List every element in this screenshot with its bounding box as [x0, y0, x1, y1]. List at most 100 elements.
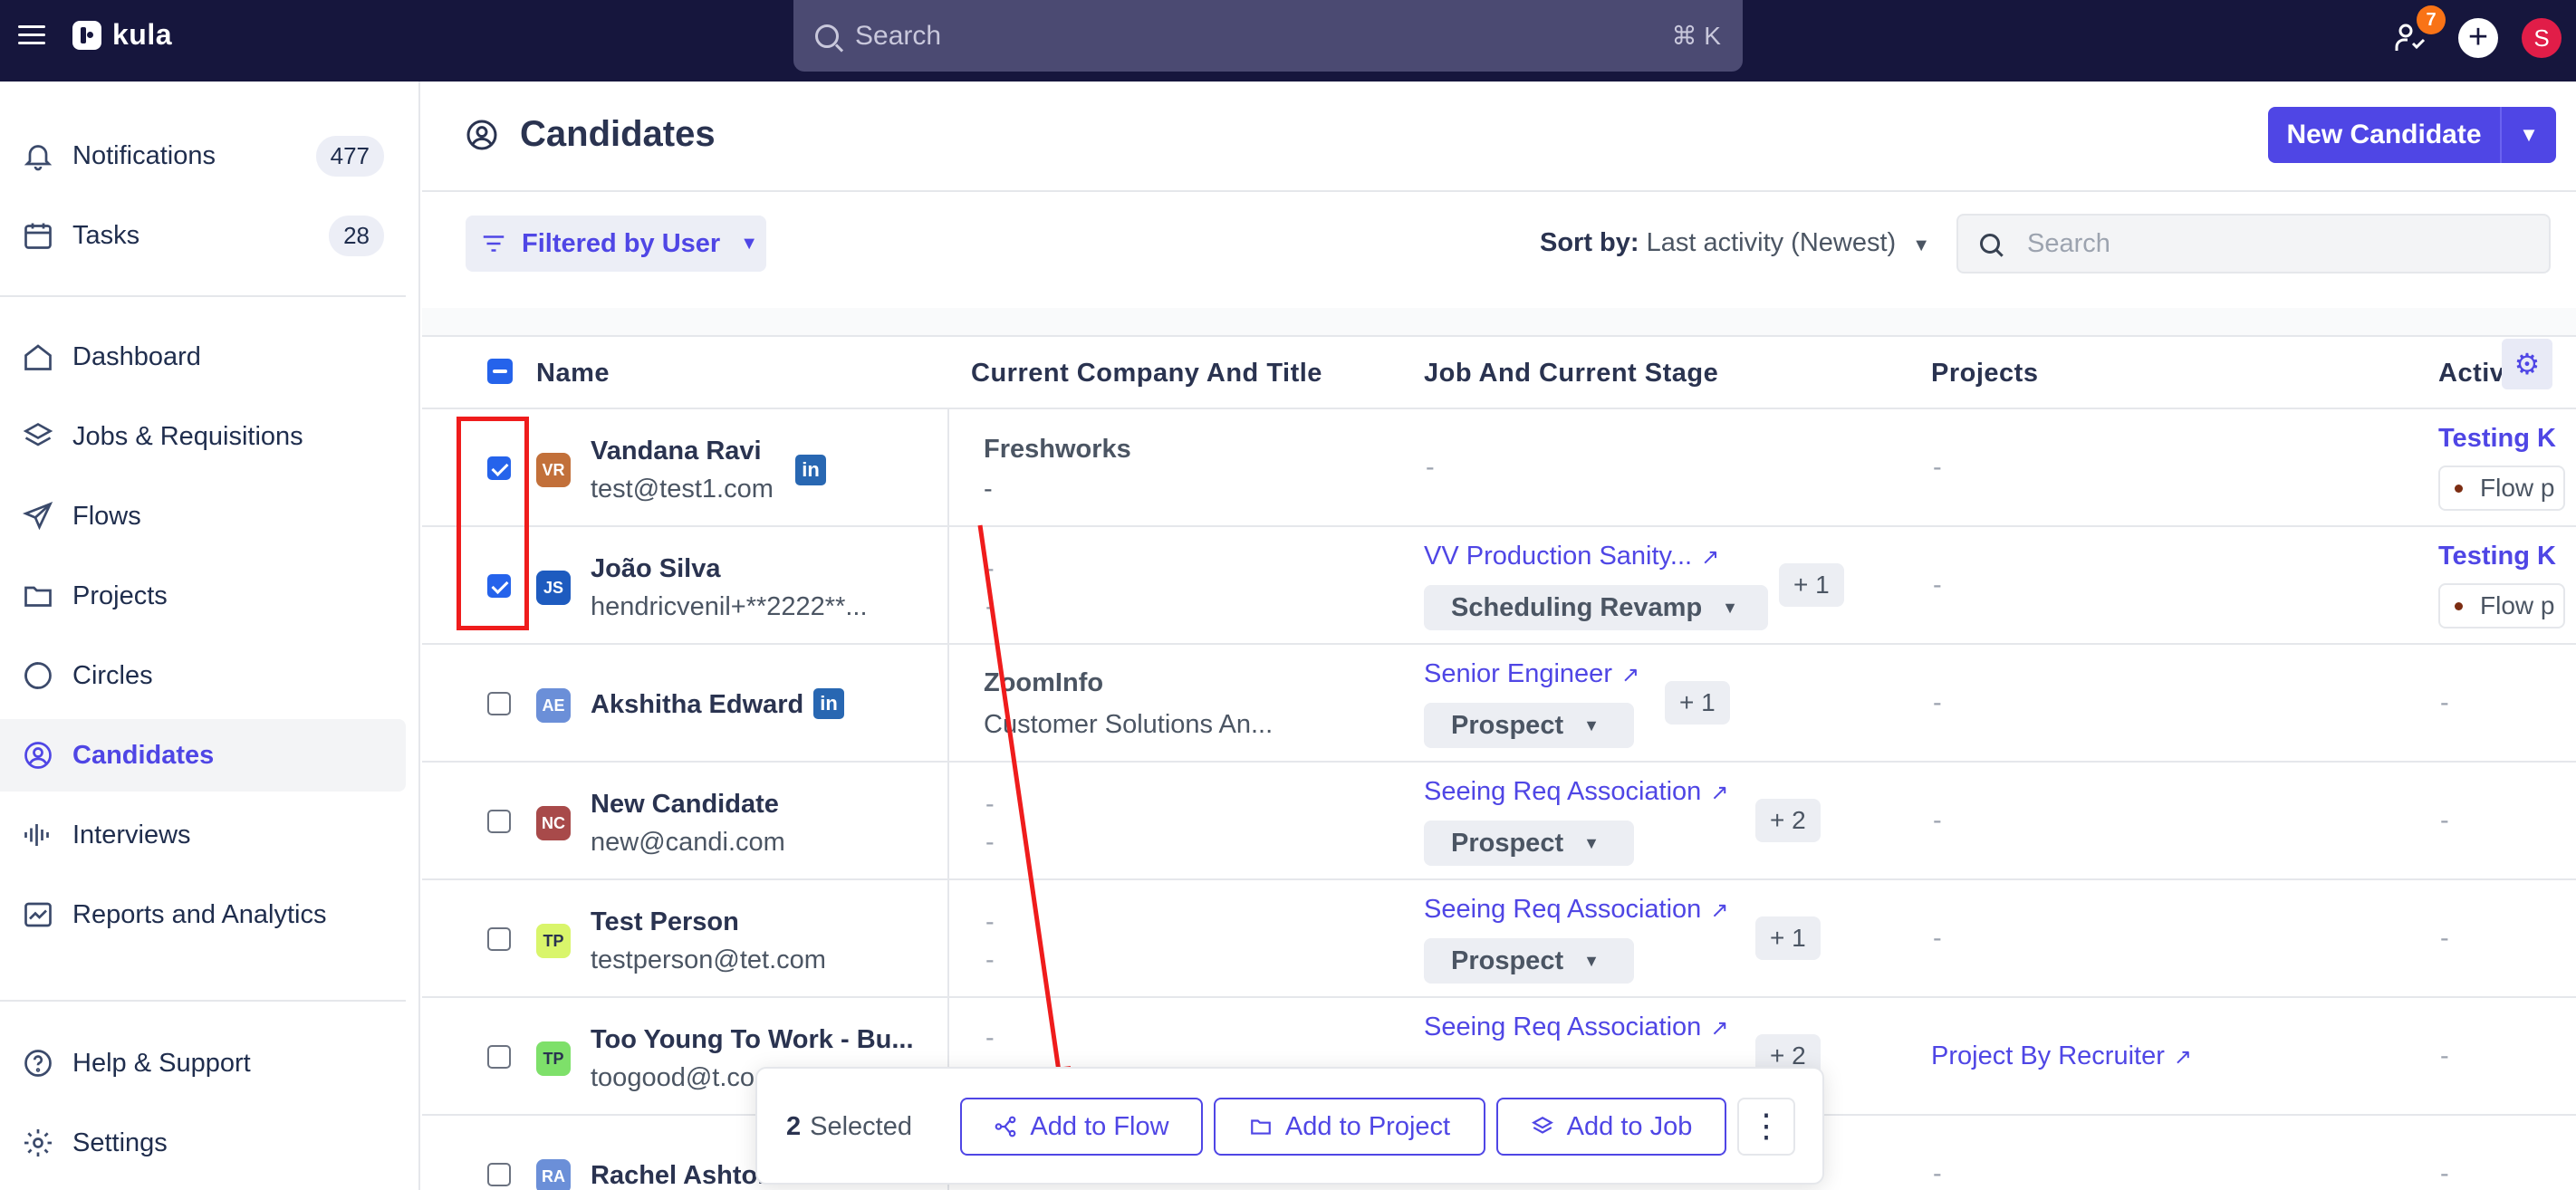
column-header-name[interactable]: Name — [536, 359, 610, 389]
activity-tag: Flow p — [2438, 465, 2565, 511]
user-avatar[interactable]: S — [2522, 18, 2562, 58]
linkedin-icon[interactable]: in — [813, 688, 844, 719]
sidebar-item-notifications[interactable]: Notifications 477 — [0, 120, 406, 192]
table-row[interactable]: AE Akshitha Edward in ZoomInfo Customer … — [422, 645, 2576, 763]
filter-icon — [483, 235, 505, 252]
job-link[interactable]: Seeing Req Association ↗ — [1424, 1012, 1728, 1042]
sidebar-item-dashboard[interactable]: Dashboard — [0, 321, 406, 393]
add-to-job-label: Add to Job — [1566, 1111, 1693, 1141]
job-link[interactable]: VV Production Sanity... ↗ — [1424, 542, 1719, 571]
sidebar-item-interviews[interactable]: Interviews — [0, 799, 406, 871]
job-link[interactable]: Senior Engineer ↗ — [1424, 659, 1639, 689]
job-link[interactable]: Seeing Req Association ↗ — [1424, 895, 1728, 925]
activity-link[interactable]: Testing K — [2438, 542, 2556, 571]
external-link-icon: ↗ — [1710, 898, 1729, 923]
sort-dropdown[interactable]: Sort by: Last activity (Newest) ▼ — [1540, 228, 1930, 258]
sidebar-item-projects[interactable]: Projects — [0, 560, 406, 632]
app-logo[interactable]: kula — [72, 18, 172, 52]
add-icon[interactable]: + — [2458, 18, 2498, 58]
activity-link[interactable]: Testing K — [2438, 424, 2556, 454]
candidate-name[interactable]: Akshitha Edward — [591, 690, 803, 720]
table-row[interactable]: NC New Candidate new@candi.com - - Seein… — [422, 763, 2576, 880]
chevron-down-icon: ▼ — [1912, 235, 1931, 255]
row-checkbox[interactable] — [487, 692, 511, 715]
candidate-name[interactable]: Test Person — [591, 907, 739, 937]
sidebar-item-reports[interactable]: Reports and Analytics — [0, 878, 406, 951]
search-shortcut: ⌘ K — [1671, 22, 1721, 50]
candidate-name[interactable]: João Silva — [591, 554, 720, 584]
project-empty: - — [1933, 806, 1942, 835]
sidebar-item-flows[interactable]: Flows — [0, 480, 406, 552]
add-to-flow-button[interactable]: Add to Flow — [960, 1098, 1203, 1156]
more-jobs-badge[interactable]: + 1 — [1755, 916, 1821, 960]
sidebar-item-jobs[interactable]: Jobs & Requisitions — [0, 400, 406, 473]
table-row[interactable]: TP Test Person testperson@tet.com - - Se… — [422, 880, 2576, 998]
selected-label: Selected — [810, 1112, 912, 1141]
hamburger-menu-icon[interactable] — [18, 25, 45, 47]
job-stage-empty: - — [1426, 453, 1435, 482]
help-icon — [24, 1050, 52, 1077]
row-checkbox[interactable] — [487, 810, 511, 833]
candidate-name[interactable]: Vandana Ravi — [591, 437, 762, 466]
row-checkbox[interactable] — [487, 1163, 511, 1186]
chevron-down-icon[interactable]: ▼ — [2502, 123, 2556, 147]
global-search-input[interactable]: Search ⌘ K — [793, 0, 1743, 72]
sidebar-item-candidates[interactable]: Candidates — [0, 719, 406, 792]
candidate-email: testperson@tet.com — [591, 945, 826, 974]
new-candidate-button[interactable]: New Candidate ▼ — [2268, 107, 2556, 163]
activity-empty: - — [2440, 924, 2449, 953]
job-link-label: Seeing Req Association — [1424, 895, 1702, 924]
tasks-count: 28 — [329, 215, 384, 256]
add-to-project-button[interactable]: Add to Project — [1214, 1098, 1485, 1156]
project-link[interactable]: Project By Recruiter ↗ — [1931, 1041, 2192, 1071]
sidebar-item-help[interactable]: Help & Support — [0, 1027, 406, 1099]
candidate-email: new@candi.com — [591, 828, 785, 857]
row-checkbox[interactable] — [487, 927, 511, 951]
job-link[interactable]: Seeing Req Association ↗ — [1424, 777, 1728, 807]
stage-dropdown[interactable]: Prospect ▼ — [1424, 938, 1634, 984]
column-header-activity[interactable]: Activ — [2438, 359, 2504, 389]
sidebar-item-label: Help & Support — [72, 1048, 251, 1078]
row-checkbox[interactable] — [487, 1045, 511, 1069]
linkedin-icon[interactable]: in — [795, 455, 826, 485]
page-header: Candidates New Candidate ▼ — [422, 82, 2576, 192]
send-icon — [22, 502, 53, 531]
column-header-company[interactable]: Current Company And Title — [971, 359, 1322, 389]
column-header-projects[interactable]: Projects — [1931, 359, 2038, 389]
sidebar-item-tasks[interactable]: Tasks 28 — [0, 199, 406, 272]
sidebar-item-label: Dashboard — [72, 341, 201, 371]
table-search-input[interactable]: Search — [1956, 214, 2551, 274]
external-link-icon: ↗ — [1710, 781, 1729, 805]
activity-empty: - — [2440, 806, 2449, 835]
audio-bars-icon — [24, 824, 49, 846]
stage-dropdown[interactable]: Prospect ▼ — [1424, 821, 1634, 866]
candidate-name[interactable]: New Candidate — [591, 790, 779, 820]
column-header-job-stage[interactable]: Job And Current Stage — [1424, 359, 1718, 389]
table-header: Name Current Company And Title Job And C… — [422, 335, 2576, 409]
sidebar-item-circles[interactable]: Circles — [0, 639, 406, 712]
stage-dropdown[interactable]: Prospect ▼ — [1424, 703, 1634, 748]
more-jobs-badge[interactable]: + 1 — [1665, 681, 1730, 725]
sidebar-item-label: Tasks — [72, 220, 140, 250]
chevron-down-icon: ▼ — [1583, 715, 1600, 734]
sidebar-item-settings[interactable]: Settings — [0, 1107, 406, 1179]
gear-icon — [24, 1129, 52, 1156]
more-jobs-badge[interactable]: + 1 — [1779, 563, 1844, 607]
table-row[interactable]: VR Vandana Ravi test@test1.com in Freshw… — [422, 409, 2576, 527]
job-link-label: VV Production Sanity... — [1424, 542, 1693, 571]
sidebar-item-label: Flows — [72, 501, 141, 531]
more-options-icon[interactable]: ⋮ — [1737, 1098, 1795, 1156]
job-link-label: Senior Engineer — [1424, 659, 1612, 688]
filter-dropdown[interactable]: Filtered by User ▼ — [466, 216, 766, 272]
stage-dropdown[interactable]: Scheduling Revamp ▼ — [1424, 585, 1768, 630]
column-settings-gear-icon[interactable]: ⚙ — [2502, 339, 2552, 389]
circles-icon — [24, 662, 52, 689]
candidate-name[interactable]: Too Young To Work - Bu... — [591, 1025, 914, 1055]
add-to-job-button[interactable]: Add to Job — [1496, 1098, 1726, 1156]
table-row[interactable]: JS João Silva hendricvenil+**2222**... -… — [422, 527, 2576, 645]
search-placeholder: Search — [855, 20, 942, 51]
stage-label: Scheduling Revamp — [1451, 592, 1703, 622]
more-jobs-badge[interactable]: + 2 — [1755, 799, 1821, 842]
candidate-name[interactable]: Rachel Ashton — [591, 1161, 774, 1190]
select-all-checkbox[interactable] — [487, 359, 513, 384]
